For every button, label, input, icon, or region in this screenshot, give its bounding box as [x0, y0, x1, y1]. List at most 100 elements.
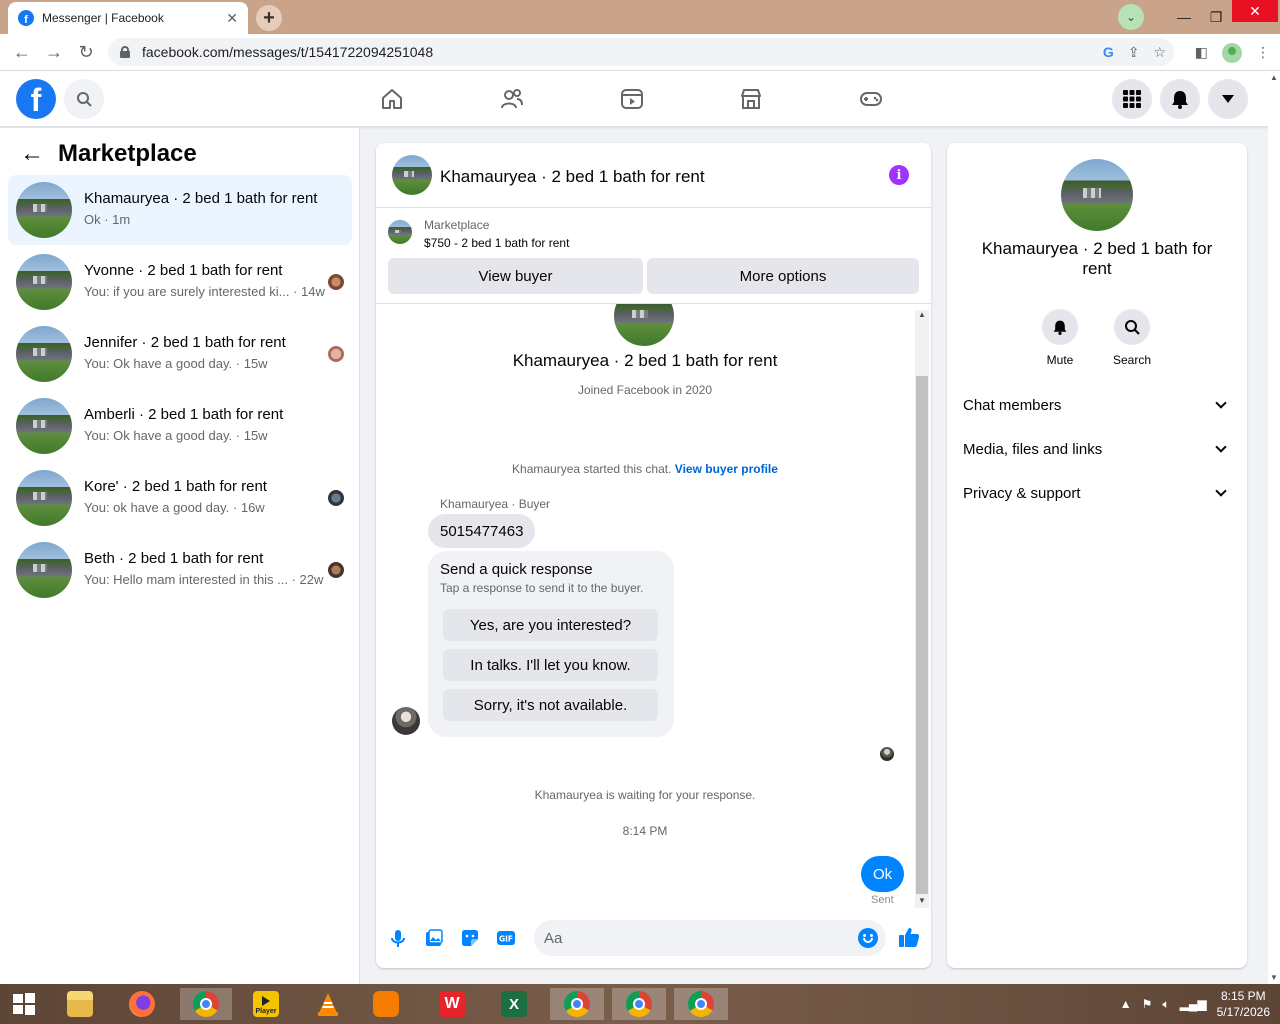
file-explorer-icon[interactable] — [60, 988, 100, 1020]
reload-icon[interactable]: ↻ — [70, 42, 102, 63]
panel-title: Marketplace — [58, 140, 197, 167]
url-field[interactable]: facebook.com/messages/t/1541722094251048… — [108, 38, 1174, 66]
section-label: Chat members — [963, 396, 1062, 414]
friends-icon[interactable] — [500, 87, 524, 111]
conversation-item[interactable]: Yvonne · 2 bed 1 bath for rent You: if y… — [8, 247, 352, 317]
read-receipt-avatar — [328, 346, 344, 362]
back-icon[interactable]: ← — [6, 42, 38, 63]
tray-overflow-icon[interactable]: ▲ — [1120, 997, 1132, 1011]
more-options-button[interactable]: More options — [647, 258, 919, 294]
chat-header: Khamauryea · 2 bed 1 bath for rent i — [376, 143, 931, 208]
facebook-logo-icon[interactable]: f — [16, 79, 56, 119]
bookmark-star-icon[interactable]: ☆ — [1153, 44, 1166, 61]
volume-icon[interactable]: 🔈︎ — [1162, 997, 1169, 1012]
chrome-taskbar-icon[interactable] — [180, 988, 232, 1020]
outgoing-message-bubble: Ok — [861, 856, 905, 892]
network-warning-icon[interactable]: ⚑ — [1142, 997, 1153, 1011]
gaming-icon[interactable] — [859, 87, 883, 111]
emoji-icon[interactable] — [858, 928, 878, 948]
firefox-icon[interactable] — [122, 988, 162, 1020]
photo-attach-icon[interactable] — [424, 928, 444, 948]
minimize-button[interactable]: — — [1168, 9, 1200, 25]
conversation-list-panel: ← Marketplace Khamauryea · 2 bed 1 bath … — [0, 128, 360, 984]
chrome-profile-2-icon[interactable] — [612, 988, 666, 1020]
info-icon[interactable]: i — [889, 165, 909, 185]
chat-window: Khamauryea · 2 bed 1 bath for rent i Mar… — [376, 143, 931, 968]
share-icon[interactable]: ⇪ — [1128, 44, 1140, 61]
incoming-message-bubble: 5015477463 — [428, 514, 536, 548]
menu-grid-icon[interactable] — [1112, 79, 1152, 119]
chat-members-section[interactable]: Chat members — [963, 393, 1231, 417]
chrome-profile-3-icon[interactable] — [674, 988, 728, 1020]
quick-response-option[interactable]: Sorry, it's not available. — [443, 689, 658, 721]
conversation-name: Amberli · 2 bed 1 bath for rent — [84, 406, 284, 423]
scroll-down-arrow-icon[interactable]: ▼ — [915, 896, 929, 908]
wps-office-icon[interactable]: W — [432, 988, 472, 1020]
conversation-item[interactable]: Kore' · 2 bed 1 bath for rent You: ok ha… — [8, 463, 352, 533]
marketplace-icon[interactable] — [739, 87, 763, 111]
chat-header-thumbnail[interactable] — [392, 155, 432, 195]
gif-icon[interactable]: GIF — [496, 928, 516, 948]
system-clock[interactable]: 8:15 PM 5/17/2026 — [1217, 988, 1270, 1020]
privacy-support-section[interactable]: Privacy & support — [963, 481, 1231, 505]
search-icon[interactable] — [64, 79, 104, 119]
page-scrollbar[interactable]: ▲ ▼ — [1268, 71, 1280, 984]
notifications-bell-icon[interactable] — [1160, 79, 1200, 119]
chat-title[interactable]: Khamauryea · 2 bed 1 bath for rent — [440, 167, 705, 187]
profile-avatar-icon[interactable] — [1222, 42, 1242, 63]
message-scrollbar[interactable]: ▲ ▼ — [915, 310, 929, 908]
listing-price-title[interactable]: $750 - 2 bed 1 bath for rent — [424, 236, 569, 250]
message-composer: GIF — [376, 908, 931, 968]
page-scroll-down-icon[interactable]: ▼ — [1270, 973, 1278, 982]
waiting-notice: Khamauryea is waiting for your response. — [534, 788, 756, 802]
video-player-icon[interactable]: Player — [246, 988, 286, 1020]
restore-button[interactable]: ❐ — [1200, 9, 1232, 26]
sender-avatar[interactable] — [392, 707, 420, 735]
google-translate-icon[interactable]: G — [1103, 44, 1114, 60]
conversation-name: Khamauryea · 2 bed 1 bath for rent — [84, 190, 318, 207]
home-icon[interactable] — [380, 87, 404, 111]
sticker-icon[interactable] — [460, 928, 480, 948]
excel-icon[interactable]: X — [494, 988, 534, 1020]
quick-response-option[interactable]: Yes, are you interested? — [443, 609, 658, 641]
forward-icon[interactable]: → — [38, 42, 70, 63]
conversation-item[interactable]: Khamauryea · 2 bed 1 bath for rent Ok · … — [8, 175, 352, 245]
quick-response-title: Send a quick response — [440, 561, 593, 578]
conversation-item[interactable]: Beth · 2 bed 1 bath for rent You: Hello … — [8, 535, 352, 605]
account-dropdown-icon[interactable] — [1208, 79, 1248, 119]
browser-tab-bar: f Messenger | Facebook ✕ + ⌄ — ❐ ✕ — [0, 0, 1280, 34]
scrollbar-thumb[interactable] — [916, 376, 928, 894]
message-input[interactable] — [534, 920, 886, 956]
search-conversation-button[interactable]: Search — [1102, 309, 1162, 367]
listing-thumbnail — [16, 542, 72, 598]
mute-button[interactable]: Mute — [1030, 309, 1090, 367]
uc-browser-icon[interactable] — [366, 988, 406, 1020]
side-panel-icon[interactable]: ◧ — [1195, 44, 1208, 61]
conversation-info-panel: Khamauryea · 2 bed 1 bath for rent Mute … — [947, 143, 1247, 968]
magnifier-icon — [1114, 309, 1150, 345]
windows-start-icon[interactable] — [4, 988, 44, 1020]
view-buyer-profile-link[interactable]: View buyer profile — [675, 462, 778, 476]
view-buyer-button[interactable]: View buyer — [388, 258, 643, 294]
chrome-profile-1-icon[interactable] — [550, 988, 604, 1020]
page-scroll-up-icon[interactable]: ▲ — [1270, 73, 1278, 82]
watch-video-icon[interactable] — [620, 87, 644, 111]
conversation-item[interactable]: Amberli · 2 bed 1 bath for rent You: Ok … — [8, 391, 352, 461]
new-tab-button[interactable]: + — [256, 5, 282, 31]
tab-search-icon[interactable]: ⌄ — [1118, 4, 1144, 30]
browser-tab[interactable]: f Messenger | Facebook ✕ — [8, 2, 248, 34]
microphone-icon[interactable] — [388, 928, 408, 948]
back-arrow-icon[interactable]: ← — [20, 140, 44, 168]
close-window-button[interactable]: ✕ — [1232, 0, 1278, 22]
thumbs-up-icon[interactable] — [898, 926, 920, 947]
menu-kebab-icon[interactable]: ⋮ — [1256, 44, 1270, 61]
vlc-icon[interactable] — [308, 988, 348, 1020]
signal-icon[interactable]: ▂▄▆ — [1180, 997, 1207, 1011]
media-files-links-section[interactable]: Media, files and links — [963, 437, 1231, 461]
quick-response-card: Send a quick response Tap a response to … — [428, 551, 674, 737]
search-label: Search — [1112, 353, 1152, 367]
quick-response-option[interactable]: In talks. I'll let you know. — [443, 649, 658, 681]
scroll-up-arrow-icon[interactable]: ▲ — [915, 310, 929, 322]
tab-close-icon[interactable]: ✕ — [226, 10, 238, 27]
conversation-item[interactable]: Jennifer · 2 bed 1 bath for rent You: Ok… — [8, 319, 352, 389]
